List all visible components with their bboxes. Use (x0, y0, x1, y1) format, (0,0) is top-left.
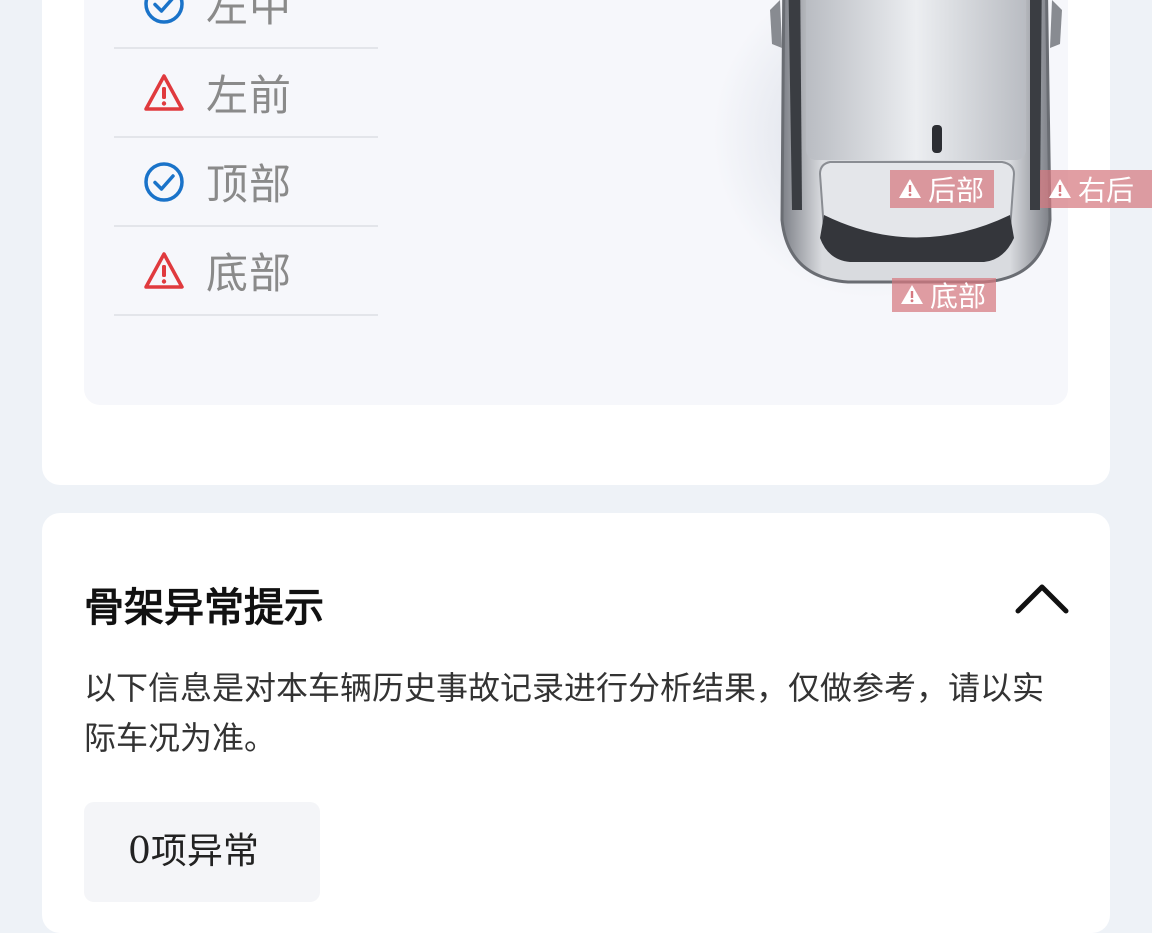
list-item-top[interactable]: 顶部 (114, 138, 378, 227)
collapse-button[interactable] (1012, 579, 1072, 619)
warning-triangle-icon (901, 285, 923, 304)
section-title: 骨架异常提示 (84, 585, 324, 631)
warning-triangle-icon (899, 179, 921, 198)
frame-abnormality-card: 骨架异常提示 以下信息是对本车辆历史事故记录进行分析结果，仅做参考，请以实际车况… (42, 513, 1110, 933)
section-description: 以下信息是对本车辆历史事故记录进行分析结果，仅做参考，请以实际车况为准。 (84, 669, 1045, 757)
part-label: 左中 (206, 0, 293, 31)
part-label: 顶部 (206, 160, 293, 209)
tag-label: 底部 (930, 280, 987, 312)
car-diagram: 后部 右后 底部 (684, 0, 1152, 312)
list-item-bottom[interactable]: 底部 (114, 227, 378, 316)
warning-triangle-icon (1049, 179, 1071, 198)
part-label: 左前 (206, 71, 293, 120)
list-item-left-middle[interactable]: 左中 (114, 0, 378, 49)
warning-triangle-icon (142, 71, 186, 115)
tag-rear[interactable]: 后部 (890, 170, 995, 208)
car-top-view-image (770, 0, 1062, 284)
tag-right-rear[interactable]: 右后 (1040, 170, 1152, 208)
tag-bottom[interactable]: 底部 (892, 278, 997, 312)
tag-label: 右后 (1078, 174, 1135, 207)
check-circle-icon (142, 160, 186, 204)
chevron-up-icon (1015, 584, 1069, 614)
part-label: 底部 (206, 249, 293, 298)
check-circle-icon (142, 0, 186, 26)
warning-triangle-icon (142, 249, 186, 293)
abnormal-count-badge[interactable]: 0项异常 (84, 802, 320, 902)
list-item-left-front[interactable]: 左前 (114, 49, 378, 138)
part-status-list: 左中 左前 顶部 底部 (114, 0, 378, 316)
vehicle-inspection-card: 左中 左前 顶部 底部 后部 右后 底部 (42, 0, 1152, 485)
parts-panel: 左中 左前 顶部 底部 后部 右后 底部 (84, 0, 1152, 405)
tag-label: 后部 (928, 174, 985, 207)
